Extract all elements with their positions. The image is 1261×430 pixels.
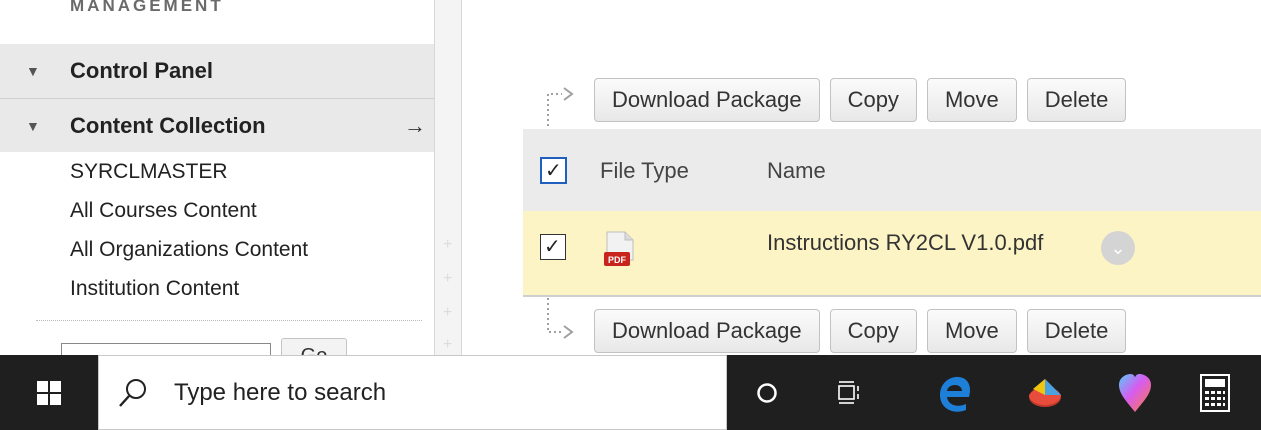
column-header-file-type[interactable]: File Type <box>600 158 689 184</box>
grip-icon: + <box>443 236 453 253</box>
download-package-button[interactable]: Download Package <box>594 78 820 122</box>
content-collection-header[interactable]: ▼ Content Collection → <box>0 98 434 152</box>
right-arrow-icon[interactable]: → <box>404 113 426 139</box>
search-icon <box>119 379 146 407</box>
task-view-icon[interactable] <box>825 355 875 430</box>
windows-start-icon[interactable] <box>0 355 98 430</box>
checkmark-icon: ✓ <box>544 236 561 258</box>
sidebar-splitter[interactable]: + + + + <box>434 0 462 355</box>
edge-icon[interactable] <box>925 355 985 430</box>
select-all-checkbox[interactable]: ✓ <box>540 157 567 184</box>
grip-icon: + <box>443 336 453 353</box>
paint-icon[interactable] <box>1105 355 1165 430</box>
download-package-button[interactable]: Download Package <box>594 309 820 353</box>
sidebar-link-syrclmaster[interactable]: SYRCLMASTER <box>70 160 228 184</box>
sidebar-search-input[interactable] <box>61 343 271 355</box>
pdf-icon-label: PDF <box>608 255 627 265</box>
control-panel-label: Control Panel <box>70 58 214 83</box>
delete-button[interactable]: Delete <box>1026 78 1127 122</box>
top-action-bar: Download Package Copy Move Delete <box>594 78 1127 122</box>
action-bar-connector-icon <box>547 298 574 339</box>
control-panel-header[interactable]: ▼ Control Panel <box>0 44 434 98</box>
checkmark-icon: ✓ <box>545 160 562 182</box>
go-button[interactable]: Go <box>281 338 347 355</box>
chevron-down-icon[interactable]: ⌄ <box>1101 231 1135 265</box>
sidebar-link-institution-content[interactable]: Institution Content <box>70 277 239 301</box>
delete-button[interactable]: Delete <box>1026 309 1127 353</box>
sidebar-divider <box>36 320 422 321</box>
grip-icon: + <box>443 304 453 321</box>
sidebar-link-all-organizations-content[interactable]: All Organizations Content <box>70 238 308 262</box>
windows-taskbar: Type here to search <box>0 355 1261 430</box>
bottom-action-bar: Download Package Copy Move Delete <box>594 309 1127 353</box>
grip-icon: + <box>443 270 453 287</box>
sidebar: MANAGEMENT ▼ Control Panel ▼ Content Col… <box>0 0 434 355</box>
collapse-triangle-icon: ▼ <box>26 63 40 79</box>
copy-button[interactable]: Copy <box>829 309 917 353</box>
move-button[interactable]: Move <box>926 78 1017 122</box>
cortana-icon[interactable] <box>742 355 792 430</box>
row-checkbox[interactable]: ✓ <box>540 234 566 260</box>
search-placeholder: Type here to search <box>174 379 387 406</box>
collapse-triangle-icon: ▼ <box>26 117 40 134</box>
sidebar-link-all-courses-content[interactable]: All Courses Content <box>70 199 257 223</box>
pdf-icon: PDF <box>604 231 634 266</box>
move-button[interactable]: Move <box>926 309 1017 353</box>
file-name-link[interactable]: Instructions RY2CL V1.0.pdf <box>767 230 1043 256</box>
column-header-name[interactable]: Name <box>767 158 826 184</box>
copy-button[interactable]: Copy <box>829 78 917 122</box>
management-section-label: MANAGEMENT <box>70 0 224 15</box>
paint-3d-icon[interactable] <box>1015 355 1075 430</box>
action-bar-connector-icon <box>547 87 574 126</box>
calculator-icon[interactable] <box>1190 355 1240 430</box>
taskbar-search-box[interactable]: Type here to search <box>98 355 727 430</box>
content-collection-label: Content Collection <box>70 112 266 138</box>
